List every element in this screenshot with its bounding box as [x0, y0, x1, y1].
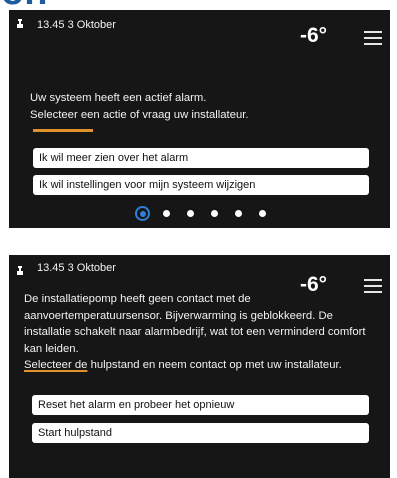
alarm-screen: 13.45 3 Oktober -6° Uw systeem heeft een… — [9, 10, 390, 228]
alarm-message-line: Uw systeem heeft een actief alarm. — [30, 92, 207, 104]
action-instruction: hulpstand en neem contact op met uw inst… — [87, 359, 342, 371]
page-indicator — [135, 206, 275, 222]
pager-dot[interactable] — [187, 210, 194, 217]
alarm-message: Uw systeem heeft een actief alarm. Selec… — [30, 90, 249, 123]
usb-icon — [15, 19, 25, 29]
pager-dot-active-icon[interactable] — [135, 206, 150, 221]
usb-icon — [15, 266, 25, 276]
pager-dot[interactable] — [259, 210, 266, 217]
sensor-alarm-message: De installatiepomp heeft geen contact me… — [24, 291, 382, 374]
sensor-alarm-screen: 13.45 3 Oktober -6° De installatiepomp h… — [9, 255, 390, 478]
option-change-settings-button[interactable]: Ik wil instellingen voor mijn systeem wi… — [33, 175, 369, 195]
alarm-message-line: Selecteer een actie of vraag uw installa… — [30, 108, 249, 121]
status-datetime: 13.45 3 Oktober — [37, 262, 116, 274]
pager-dot[interactable] — [163, 210, 170, 217]
menu-icon[interactable] — [364, 31, 382, 45]
pager-dot[interactable] — [235, 210, 242, 217]
accent-divider — [33, 129, 93, 132]
reset-alarm-button[interactable]: Reset het alarm en probeer het opnieuw — [32, 395, 369, 415]
status-datetime: 13.45 3 Oktober — [37, 19, 116, 31]
pager-dot[interactable] — [211, 210, 218, 217]
option-view-alarm-button[interactable]: Ik wil meer zien over het alarm — [33, 148, 369, 168]
start-backup-mode-button[interactable]: Start hulpstand — [32, 423, 369, 443]
action-highlight: Selecteer de — [24, 359, 88, 371]
outdoor-temperature: -6° — [300, 24, 328, 47]
cropped-heading-fragment: on — [0, 0, 397, 10]
sensor-alarm-description: De installatiepomp heeft geen contact me… — [24, 293, 366, 355]
